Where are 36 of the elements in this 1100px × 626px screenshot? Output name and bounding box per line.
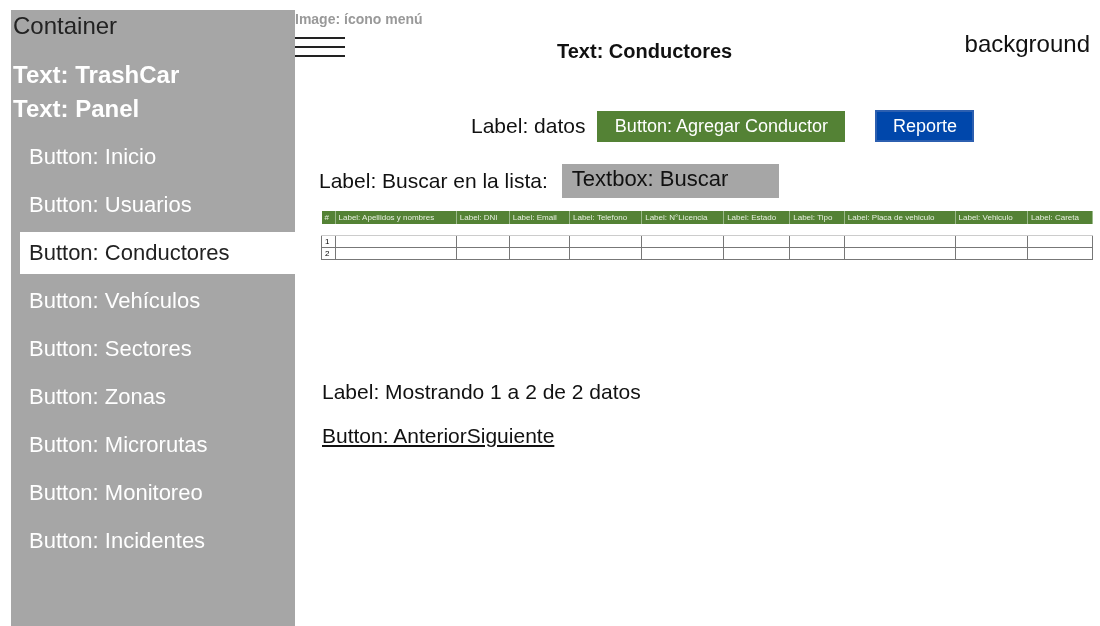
sidebar-heading: Container [12, 12, 118, 40]
sidebar-button[interactable]: Button: Zonas [11, 376, 295, 418]
search-label: Label: Buscar en la lista: [319, 169, 548, 193]
page-title: Text: Conductores [557, 40, 733, 63]
sidebar-button[interactable]: Button: Conductores [20, 232, 295, 274]
column-header: Label: N°Licencia [641, 211, 724, 224]
sidebar-button[interactable]: Button: Vehículos [11, 280, 295, 322]
pagination-link[interactable]: Button: AnteriorSiguiente [322, 424, 555, 448]
column-header: Label: Estado [723, 211, 790, 224]
add-driver-button[interactable]: Button: Agregar Conductor [597, 110, 846, 142]
column-header: Label: Careta [1027, 211, 1093, 224]
column-header: Label: Placa de vehiculo [844, 211, 956, 224]
background-label: background [964, 30, 1090, 58]
app-title: Text: TrashCar [12, 60, 180, 90]
sidebar-button[interactable]: Button: Usuarios [11, 184, 295, 226]
panel-title: Text: Panel [12, 94, 140, 124]
sidebar-button[interactable]: Button: Incidentes [11, 520, 295, 562]
report-button[interactable]: Reporte [875, 110, 975, 142]
column-header: # [321, 211, 336, 224]
menu-icon[interactable] [295, 36, 345, 60]
data-label: Label: datos [471, 114, 586, 138]
search-field[interactable]: Textbox: Buscar [561, 164, 779, 198]
results-summary: Label: Mostrando 1 a 2 de 2 datos [322, 380, 642, 404]
column-header: Label: Apellidos y nombres [335, 211, 457, 224]
row-number: 2 [321, 247, 336, 260]
column-header: Label: Email [509, 211, 570, 224]
row-number: 1 [321, 235, 336, 248]
image-caption: Image: ícono menú [295, 11, 423, 27]
column-header: Label: Telefono [569, 211, 642, 224]
column-header: Label: DNI [456, 211, 510, 224]
sidebar-button[interactable]: Button: Microrutas [11, 424, 295, 466]
sidebar-button[interactable]: Button: Inicio [11, 136, 295, 178]
column-header: Label: Vehiculo [955, 211, 1028, 224]
sidebar-button[interactable]: Button: Sectores [11, 328, 295, 370]
column-header: Label: Tipo [789, 211, 845, 224]
sidebar-button[interactable]: Button: Monitoreo [11, 472, 295, 514]
